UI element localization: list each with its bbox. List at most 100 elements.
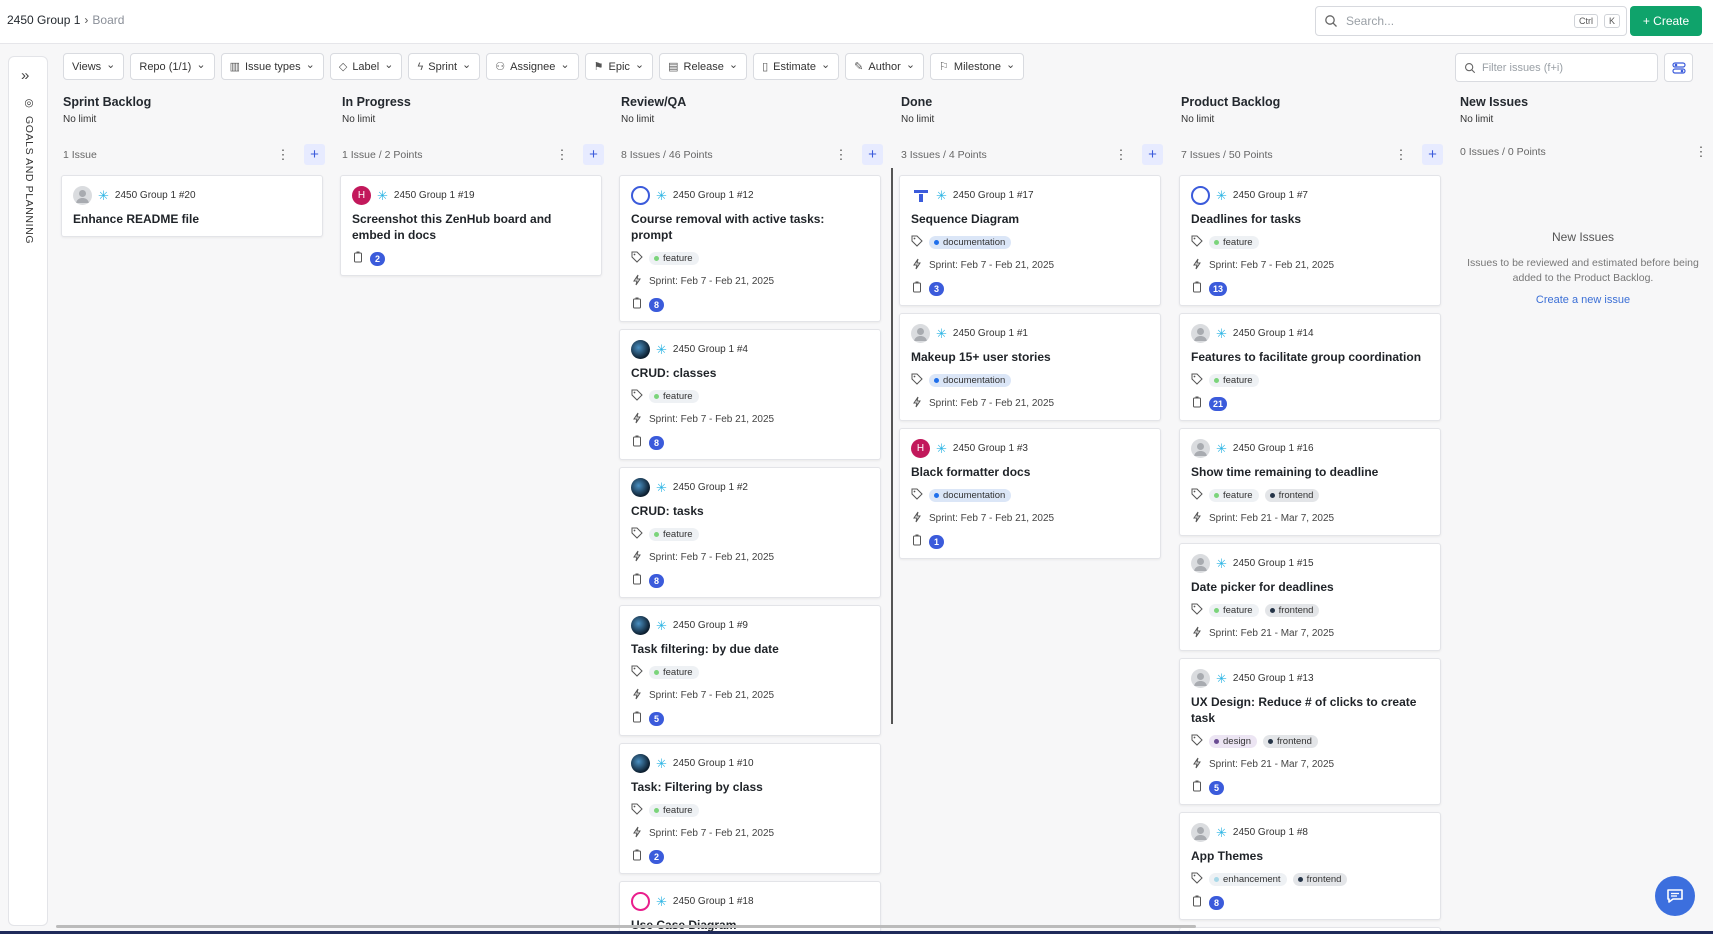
label-badge[interactable]: frontend [1263, 735, 1318, 748]
issue-id[interactable]: 2450 Group 1 #20 [115, 190, 196, 201]
more-options-icon[interactable]: ⋮ [1394, 147, 1408, 163]
issue-id[interactable]: 2450 Group 1 #17 [953, 190, 1034, 201]
issue-title[interactable]: UX Design: Reduce # of clicks to create … [1191, 694, 1429, 726]
issue-id[interactable]: 2450 Group 1 #10 [673, 758, 754, 769]
label-badge[interactable]: feature [649, 666, 699, 679]
filter-sprint-button[interactable]: ϟ Sprint ⌄ [408, 53, 481, 80]
add-issue-button[interactable]: + [583, 144, 604, 165]
issue-id[interactable]: 2450 Group 1 #16 [1233, 443, 1314, 454]
more-options-icon[interactable]: ⋮ [276, 147, 290, 163]
label-badge[interactable]: feature [1209, 374, 1259, 387]
issue-card[interactable]: ✳ 2450 Group 1 #1 Makeup 15+ user stories d… [899, 313, 1161, 421]
issue-title[interactable]: App Themes [1191, 848, 1429, 864]
create-new-issue-link[interactable]: Create a new issue [1460, 294, 1706, 306]
issue-title[interactable]: Features to facilitate group coordinatio… [1191, 349, 1429, 365]
issue-title[interactable]: Makeup 15+ user stories [911, 349, 1149, 365]
label-badge[interactable]: feature [649, 804, 699, 817]
issue-id[interactable]: 2450 Group 1 #15 [1233, 558, 1314, 569]
label-badge[interactable]: feature [1209, 604, 1259, 617]
issue-title[interactable]: Sequence Diagram [911, 211, 1149, 227]
issue-card[interactable]: ✳ 2450 Group 1 #4 CRUD: classes feature Spri… [619, 329, 881, 460]
label-badge[interactable]: design [1209, 735, 1257, 748]
issue-title[interactable]: Deadlines for tasks [1191, 211, 1429, 227]
filter-issue-types-button[interactable]: ▥ Issue types ⌄ [220, 53, 324, 80]
issue-card[interactable]: H ✳ 2450 Group 1 #19 Screenshot this ZenHub… [340, 175, 602, 276]
label-badge[interactable]: documentation [929, 374, 1012, 387]
issue-id[interactable]: 2450 Group 1 #1 [953, 328, 1028, 339]
expand-sidebar-icon[interactable]: » [21, 67, 29, 84]
more-options-icon[interactable]: ⋮ [1694, 144, 1708, 160]
issue-card[interactable]: ✳ 2450 Group 1 #15 Date picker for deadlin… [1179, 543, 1441, 651]
filter-milestone-button[interactable]: ⚐ Milestone ⌄ [930, 53, 1025, 80]
issue-card[interactable]: ✳ 2450 Group 1 #10 Task: Filtering by clas… [619, 743, 881, 874]
issue-id[interactable]: 2450 Group 1 #19 [394, 190, 475, 201]
filter-author-button[interactable]: ✎ Author ⌄ [845, 53, 925, 80]
issue-card[interactable]: ✳ 2450 Group 1 #14 Features to facilitate … [1179, 313, 1441, 421]
column-scrollbar[interactable] [891, 168, 893, 724]
issue-title[interactable]: Black formatter docs [911, 464, 1149, 480]
filter-release-button[interactable]: ▤ Release ⌄ [659, 53, 748, 80]
issue-id[interactable]: 2450 Group 1 #2 [673, 482, 748, 493]
create-button[interactable]: + Create [1630, 6, 1702, 36]
issue-id[interactable]: 2450 Group 1 #18 [673, 896, 754, 907]
issue-card[interactable]: ✳ 2450 Group 1 #13 UX Design: Reduce # of … [1179, 658, 1441, 805]
goals-and-planning-tab[interactable]: ◎ GOALS AND PLANNING [23, 97, 35, 244]
filter-assignee-button[interactable]: ⚇ Assignee ⌄ [486, 53, 579, 80]
issue-card[interactable]: H ✳ 2450 Group 1 #3 Black formatter docs doc… [899, 428, 1161, 559]
issue-title[interactable]: Course removal with active tasks: prompt [631, 211, 869, 243]
label-badge[interactable]: feature [1209, 236, 1259, 249]
label-badge[interactable]: documentation [929, 236, 1012, 249]
add-issue-button[interactable]: + [862, 144, 883, 165]
issue-card[interactable]: ✳ 2450 Group 1 #16 Show time remaining to … [1179, 428, 1441, 536]
issue-id[interactable]: 2450 Group 1 #14 [1233, 328, 1314, 339]
label-badge[interactable]: feature [1209, 489, 1259, 502]
filter-estimate-button[interactable]: ▯ Estimate ⌄ [753, 53, 840, 80]
issue-card[interactable]: ✳ 2450 Group 1 #9 Task filtering: by due d… [619, 605, 881, 736]
issue-title[interactable]: Task filtering: by due date [631, 641, 869, 657]
issue-id[interactable]: 2450 Group 1 #13 [1233, 673, 1314, 684]
filter-repo-1-1-button[interactable]: Repo (1/1) ⌄ [130, 53, 215, 80]
more-options-icon[interactable]: ⋮ [834, 147, 848, 163]
add-issue-button[interactable]: + [1422, 144, 1443, 165]
issue-card[interactable]: ✳ 2450 Group 1 #2 CRUD: tasks feature Sprint… [619, 467, 881, 598]
add-issue-button[interactable]: + [304, 144, 325, 165]
breadcrumb-project[interactable]: 2450 Group 1 [7, 13, 80, 27]
issue-id[interactable]: 2450 Group 1 #7 [1233, 190, 1308, 201]
issue-card[interactable]: ✳ 2450 Group 1 #8 App Themes enhancement fro… [1179, 812, 1441, 920]
label-badge[interactable]: frontend [1264, 604, 1320, 617]
label-badge[interactable]: feature [649, 390, 699, 403]
filter-epic-button[interactable]: ⚑ Epic ⌄ [584, 53, 654, 80]
issue-title[interactable]: Screenshot this ZenHub board and embed i… [352, 211, 590, 243]
issue-title[interactable]: Enhance README file [73, 211, 311, 227]
issue-title[interactable]: Task: Filtering by class [631, 779, 869, 795]
issue-card[interactable]: ✳ 2450 Group 1 #12 Course removal with act… [619, 175, 881, 322]
board-settings-button[interactable] [1664, 53, 1693, 82]
filter-views-button[interactable]: Views ⌄ [63, 53, 125, 80]
issue-id[interactable]: 2450 Group 1 #3 [953, 443, 1028, 454]
more-options-icon[interactable]: ⋮ [1114, 147, 1128, 163]
issue-title[interactable]: CRUD: classes [631, 365, 869, 381]
issue-title[interactable]: Date picker for deadlines [1191, 579, 1429, 595]
more-options-icon[interactable]: ⋮ [555, 147, 569, 163]
issue-id[interactable]: 2450 Group 1 #9 [673, 620, 748, 631]
issue-card[interactable]: ✳ 2450 Group 1 #20 Enhance README file [61, 175, 323, 237]
label-badge[interactable]: frontend [1264, 489, 1320, 502]
issue-id[interactable]: 2450 Group 1 #12 [673, 190, 754, 201]
filter-label-button[interactable]: ◇ Label ⌄ [329, 53, 403, 80]
label-badge[interactable]: feature [649, 528, 699, 541]
issue-card[interactable]: ✳ 2450 Group 1 #7 Deadlines for tasks featu… [1179, 175, 1441, 306]
issue-title[interactable]: CRUD: tasks [631, 503, 869, 519]
label-badge[interactable]: frontend [1292, 873, 1348, 886]
issue-title[interactable]: Show time remaining to deadline [1191, 464, 1429, 480]
chat-support-button[interactable] [1655, 876, 1695, 916]
label-badge[interactable]: enhancement [1209, 873, 1287, 886]
label-badge[interactable]: feature [649, 252, 699, 265]
filter-issues-input[interactable]: Filter issues (f+i) [1455, 53, 1658, 82]
issue-card[interactable]: ✳ 2450 Group 1 #17 Sequence Diagram documen… [899, 175, 1161, 306]
issue-id[interactable]: 2450 Group 1 #8 [1233, 827, 1308, 838]
add-issue-button[interactable]: + [1142, 144, 1163, 165]
label-badge[interactable]: documentation [929, 489, 1012, 502]
search-input[interactable]: Search... Ctrl K [1315, 6, 1627, 36]
board-horizontal-scrollbar[interactable] [56, 925, 1196, 928]
issue-id[interactable]: 2450 Group 1 #4 [673, 344, 748, 355]
